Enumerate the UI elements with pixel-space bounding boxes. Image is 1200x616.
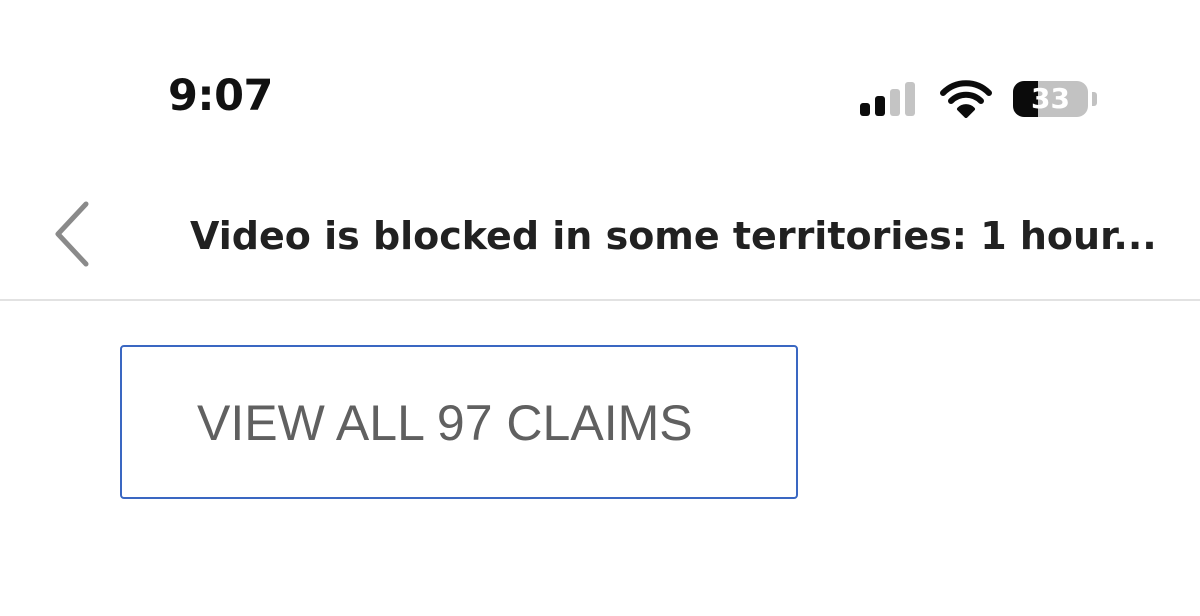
signal-bar bbox=[890, 89, 900, 116]
signal-bar bbox=[875, 96, 885, 116]
cellular-signal-icon bbox=[860, 82, 920, 116]
view-all-claims-button[interactable]: VIEW ALL 97 CLAIMS bbox=[120, 345, 798, 499]
status-time: 9:07 bbox=[168, 71, 273, 121]
signal-bar bbox=[905, 82, 915, 116]
wifi-icon bbox=[940, 80, 992, 118]
battery-cap bbox=[1092, 92, 1097, 106]
navigation-bar: Video is blocked in some territories: 1 … bbox=[0, 170, 1200, 301]
view-all-claims-label: VIEW ALL 97 CLAIMS bbox=[197, 395, 693, 451]
page-title: Video is blocked in some territories: 1 … bbox=[190, 214, 1157, 258]
back-button[interactable] bbox=[44, 198, 104, 270]
signal-bar bbox=[860, 103, 870, 116]
battery-body: 33 bbox=[1013, 81, 1088, 117]
battery-level: 33 bbox=[1031, 82, 1070, 115]
battery-icon: 33 bbox=[1013, 81, 1097, 117]
status-bar: 9:07 33 bbox=[0, 0, 1200, 170]
chevron-left-icon bbox=[55, 201, 89, 267]
